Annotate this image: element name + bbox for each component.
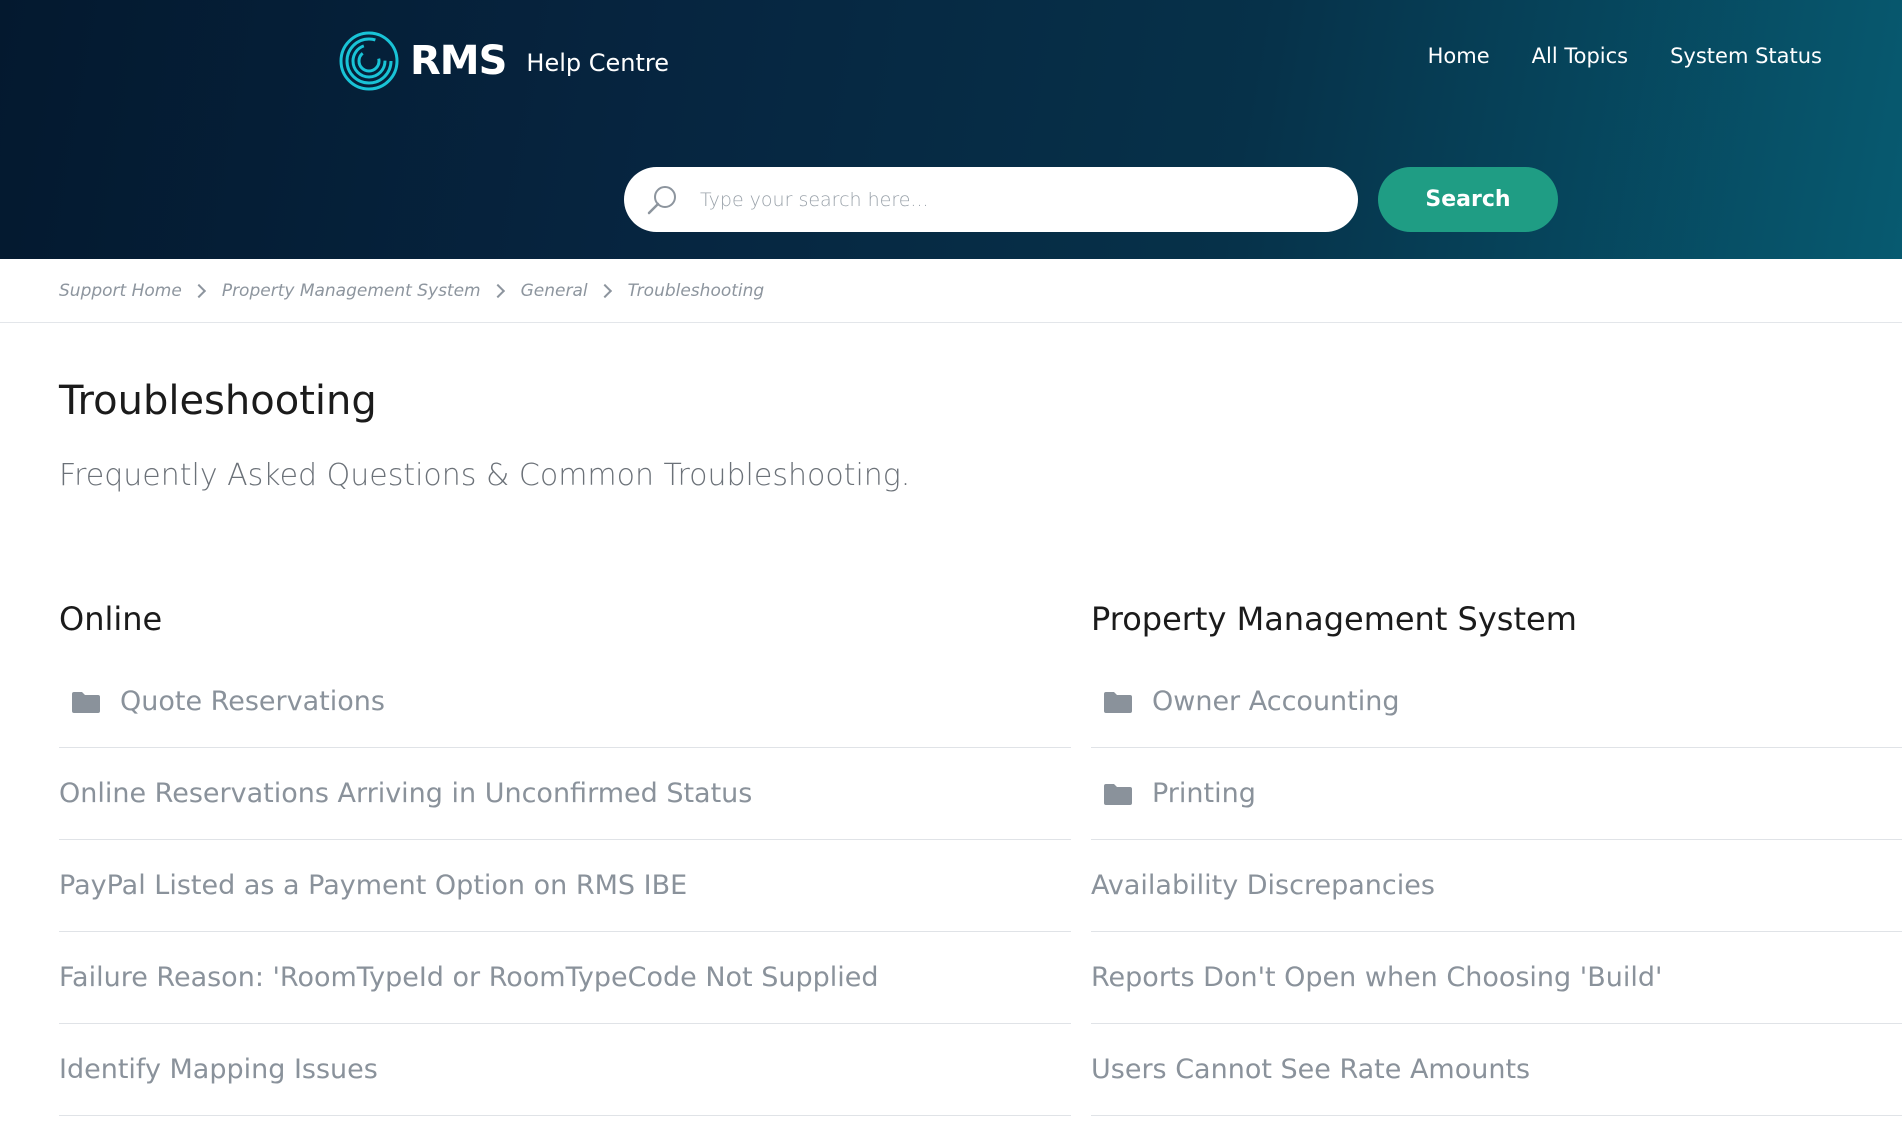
article-link[interactable]: Reports Don't Open when Choosing 'Build' xyxy=(1091,962,1662,993)
article-link[interactable]: PayPal Listed as a Payment Option on RMS… xyxy=(59,870,687,901)
chevron-right-icon xyxy=(191,283,206,298)
list-item: Owner Accounting xyxy=(1091,656,1902,748)
folder-link-quote-reservations[interactable]: Quote Reservations xyxy=(59,686,385,717)
article-link[interactable]: Users Cannot See Rate Amounts xyxy=(1091,1054,1530,1085)
list-item: Printing xyxy=(1091,748,1902,840)
rms-logo-icon xyxy=(339,31,399,91)
list-item: Reports Don't Open when Choosing 'Build' xyxy=(1091,932,1902,1024)
list-item: Online Reservations Arriving in Unconfir… xyxy=(59,748,1071,840)
folder-icon xyxy=(72,691,100,713)
header: RMS Help Centre Home All Topics System S… xyxy=(0,0,1902,259)
nav-home[interactable]: Home xyxy=(1428,44,1490,68)
page-subtitle: Frequently Asked Questions & Common Trou… xyxy=(59,458,911,493)
article-link[interactable]: Availability Discrepancies xyxy=(1091,870,1435,901)
section-title: Online xyxy=(59,600,163,638)
article-list: Quote Reservations Online Reservations A… xyxy=(59,656,1071,1116)
folder-icon xyxy=(1104,691,1132,713)
list-item: Users Cannot See Rate Amounts xyxy=(1091,1024,1902,1116)
list-item-label: Quote Reservations xyxy=(120,686,385,717)
breadcrumb-troubleshooting[interactable]: Troubleshooting xyxy=(628,281,765,301)
folder-link-printing[interactable]: Printing xyxy=(1091,778,1256,809)
breadcrumb-property-management-system[interactable]: Property Management System xyxy=(222,281,481,301)
list-item: PayPal Listed as a Payment Option on RMS… xyxy=(59,840,1071,932)
list-item: Availability Discrepancies xyxy=(1091,840,1902,932)
list-item-label: Printing xyxy=(1152,778,1256,809)
logo[interactable]: RMS Help Centre xyxy=(338,30,669,92)
nav-system-status[interactable]: System Status xyxy=(1670,44,1822,68)
search-input[interactable] xyxy=(698,187,1322,212)
breadcrumb-support-home[interactable]: Support Home xyxy=(59,281,182,301)
article-link[interactable]: Failure Reason: 'RoomTypeId or RoomTypeC… xyxy=(59,962,878,993)
article-link[interactable]: Identify Mapping Issues xyxy=(59,1054,378,1085)
nav-all-topics[interactable]: All Topics xyxy=(1532,44,1628,68)
top-nav: Home All Topics System Status xyxy=(1428,44,1822,68)
list-item: Quote Reservations xyxy=(59,656,1071,748)
section-online: Online Quote Reservations Online Reserva… xyxy=(59,600,1071,1116)
logo-text: RMS xyxy=(410,38,507,84)
search-box xyxy=(624,167,1358,232)
section-property-management-system: Property Management System Owner Account… xyxy=(1091,600,1902,1116)
logo-subtitle: Help Centre xyxy=(526,49,670,77)
article-list: Owner Accounting Printing Availability D… xyxy=(1091,656,1902,1116)
breadcrumb: Support Home Property Management System … xyxy=(0,259,1902,323)
folder-link-owner-accounting[interactable]: Owner Accounting xyxy=(1091,686,1400,717)
chevron-right-icon xyxy=(597,283,612,298)
folder-icon xyxy=(1104,783,1132,805)
section-title: Property Management System xyxy=(1091,600,1577,638)
search-button[interactable]: Search xyxy=(1378,167,1558,232)
list-item: Failure Reason: 'RoomTypeId or RoomTypeC… xyxy=(59,932,1071,1024)
page-title: Troubleshooting xyxy=(59,378,377,424)
search-icon xyxy=(647,185,676,214)
list-item-label: Owner Accounting xyxy=(1152,686,1400,717)
breadcrumb-general[interactable]: General xyxy=(521,281,588,301)
list-item: Identify Mapping Issues xyxy=(59,1024,1071,1116)
article-link[interactable]: Online Reservations Arriving in Unconfir… xyxy=(59,778,752,809)
chevron-right-icon xyxy=(490,283,505,298)
